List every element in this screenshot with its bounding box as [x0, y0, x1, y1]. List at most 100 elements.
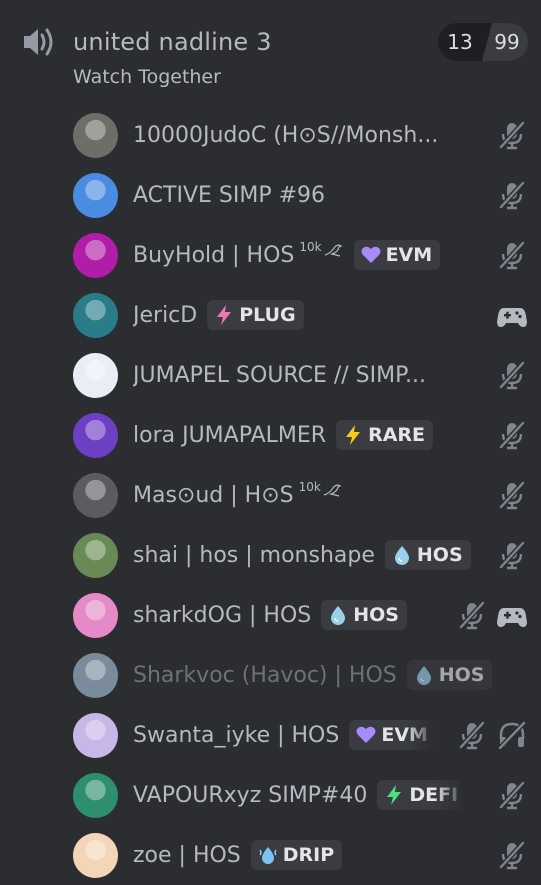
server-tag[interactable]: HOS	[384, 540, 471, 570]
headphones-deafened-icon	[498, 721, 526, 750]
mic-muted-icon	[499, 121, 525, 150]
mic-muted-icon	[499, 361, 525, 390]
mic-muted-icon	[459, 721, 485, 750]
user-limit-badge: 13 99	[438, 23, 528, 61]
blue-drop-icon	[394, 546, 409, 565]
user-name[interactable]: JUMAPEL SOURCE // SIMP...	[133, 363, 426, 388]
avatar[interactable]	[73, 833, 118, 878]
gamepad-icon	[497, 308, 527, 327]
user-name[interactable]: sharkdOG | HOS	[133, 603, 311, 628]
user-name-line: Sharkvoc (Havoc) | HOS HOS	[133, 658, 493, 692]
voice-user-list: 10000JudoC (H⊙S//Monsh... ACTIVE SIMP #96…	[0, 105, 541, 885]
voice-user-row[interactable]: zoe | HOS DRIP	[0, 825, 541, 885]
blue-drop-icon	[331, 606, 346, 625]
user-name[interactable]: shai | hos | monshape	[133, 543, 375, 568]
user-name-line: BuyHold | HOS 10k EVM	[133, 238, 441, 272]
voice-user-row[interactable]: Sharkvoc (Havoc) | HOS HOS	[0, 645, 541, 705]
avatar[interactable]	[73, 533, 118, 578]
user-name[interactable]: Sharkvoc (Havoc) | HOS	[133, 663, 397, 688]
user-name-line: ACTIVE SIMP #96	[133, 178, 325, 212]
user-name[interactable]: BuyHold | HOS	[133, 243, 294, 268]
server-tag-label: RARE	[368, 424, 426, 446]
voice-user-row[interactable]: Swanta_iyke | HOS EVM	[0, 705, 541, 765]
user-name-line: Swanta_iyke | HOS EVM	[133, 718, 436, 752]
voice-user-row[interactable]: VAPOURxyz SIMP#40 DEFI	[0, 765, 541, 825]
user-status-icons	[497, 240, 527, 270]
purple-heart-icon	[361, 246, 381, 263]
user-name[interactable]: Mas⊙ud | H⊙S	[133, 483, 294, 508]
avatar[interactable]	[73, 233, 118, 278]
voice-user-row[interactable]: Mas⊙ud | H⊙S 10k	[0, 465, 541, 525]
user-name-line: JericD PLUG	[133, 298, 304, 332]
voice-user-row[interactable]: lora JUMAPALMER RARE	[0, 405, 541, 465]
voice-user-row[interactable]: sharkdOG | HOS HOS	[0, 585, 541, 645]
user-name[interactable]: VAPOURxyz SIMP#40	[133, 783, 367, 808]
server-tag[interactable]: PLUG	[207, 300, 304, 330]
user-name[interactable]: lora JUMAPALMER	[133, 423, 326, 448]
avatar[interactable]	[73, 593, 118, 638]
user-name-line: VAPOURxyz SIMP#40 DEFI	[133, 778, 467, 812]
voice-user-row[interactable]: shai | hos | monshape HOS	[0, 525, 541, 585]
channel-name: united nadline 3	[73, 28, 272, 56]
avatar[interactable]	[73, 773, 118, 818]
pink-lightning-icon	[217, 305, 232, 325]
user-count: 13	[447, 30, 473, 54]
user-limit: 99	[482, 23, 528, 61]
voice-channel-header[interactable]: united nadline 3 13 99	[18, 22, 530, 66]
user-name[interactable]: ACTIVE SIMP #96	[133, 183, 325, 208]
user-status-icons	[457, 720, 527, 750]
avatar[interactable]	[73, 713, 118, 758]
voice-user-row[interactable]: JericD PLUG	[0, 285, 541, 345]
server-tag[interactable]: DEFI	[377, 780, 467, 810]
user-status-icons	[497, 840, 527, 870]
voice-user-row[interactable]: BuyHold | HOS 10k EVM	[0, 225, 541, 285]
avatar[interactable]	[73, 653, 118, 698]
name-suffix: 10k	[298, 480, 321, 494]
mic-muted-icon	[499, 241, 525, 270]
mic-muted-icon	[499, 481, 525, 510]
avatar[interactable]	[73, 413, 118, 458]
server-tag-label: EVM	[385, 244, 433, 266]
user-name[interactable]: JericD	[133, 303, 197, 328]
mic-muted-icon	[499, 421, 525, 450]
purple-heart-icon	[356, 726, 376, 743]
user-name-line: sharkdOG | HOS HOS	[133, 598, 407, 632]
avatar[interactable]	[73, 293, 118, 338]
server-tag[interactable]: EVM	[353, 240, 441, 270]
yellow-lightning-icon	[346, 425, 361, 445]
avatar[interactable]	[73, 173, 118, 218]
avatar[interactable]	[73, 473, 118, 518]
server-tag[interactable]: RARE	[336, 420, 434, 450]
user-status-icons	[497, 480, 527, 510]
user-status-icons	[457, 600, 527, 630]
user-status-icons	[497, 300, 527, 330]
server-tag-label: PLUG	[239, 304, 296, 326]
user-name-line: JUMAPEL SOURCE // SIMP...	[133, 358, 426, 392]
user-status-icons	[497, 180, 527, 210]
server-tag[interactable]: HOS	[406, 660, 493, 690]
server-tag[interactable]: DRIP	[250, 840, 343, 870]
channel-activity[interactable]: Watch Together	[73, 66, 221, 88]
green-lightning-icon	[387, 785, 402, 805]
user-name-line: 10000JudoC (H⊙S//Monsh...	[133, 118, 438, 152]
voice-user-row[interactable]: JUMAPEL SOURCE // SIMP...	[0, 345, 541, 405]
user-name-line: lora JUMAPALMER RARE	[133, 418, 434, 452]
voice-user-row[interactable]: 10000JudoC (H⊙S//Monsh...	[0, 105, 541, 165]
avatar[interactable]	[73, 113, 118, 158]
bird-icon	[324, 244, 342, 257]
user-status-icons	[497, 420, 527, 450]
user-name[interactable]: 10000JudoC (H⊙S//Monsh...	[133, 123, 438, 148]
mic-muted-icon	[499, 541, 525, 570]
server-tag-label: EVM	[381, 724, 428, 746]
user-name[interactable]: zoe | HOS	[133, 843, 241, 868]
avatar[interactable]	[73, 353, 118, 398]
blue-drop-icon	[416, 666, 431, 685]
user-name-line: zoe | HOS DRIP	[133, 838, 343, 872]
user-name[interactable]: Swanta_iyke | HOS	[133, 723, 339, 748]
bird-icon	[323, 484, 342, 497]
server-tag[interactable]: HOS	[321, 600, 407, 630]
server-tag-label: HOS	[353, 604, 399, 626]
voice-user-row[interactable]: ACTIVE SIMP #96	[0, 165, 541, 225]
mic-muted-icon	[459, 601, 485, 630]
server-tag[interactable]: EVM	[349, 720, 436, 750]
